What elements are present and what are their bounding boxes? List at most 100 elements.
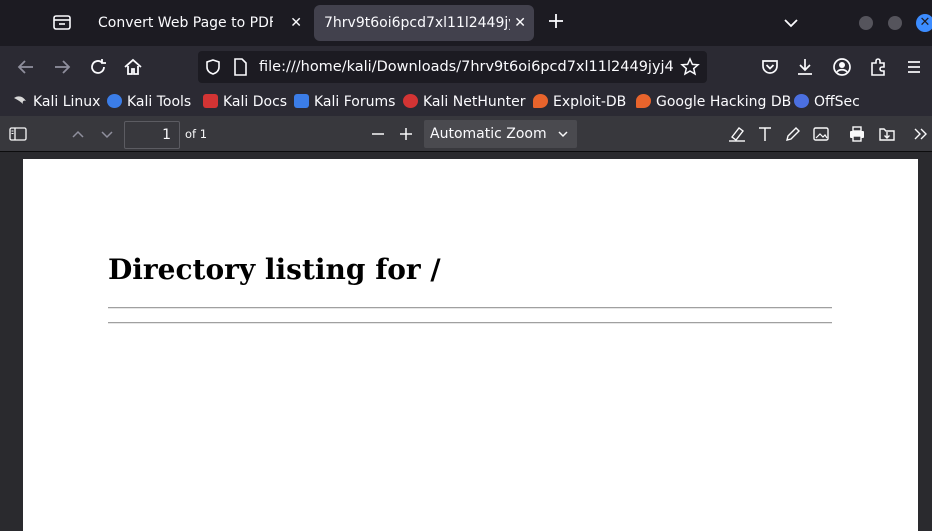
toggle-sidebar-button[interactable] (8, 124, 28, 144)
save-icon (879, 128, 895, 141)
reload-icon (91, 59, 106, 74)
page-number-input[interactable]: 1 (124, 121, 180, 149)
kali-dragon-icon (13, 94, 28, 108)
text-icon (759, 127, 771, 141)
pocket-icon (762, 60, 778, 74)
plus-icon (549, 14, 563, 28)
zoom-in-button[interactable] (396, 124, 416, 144)
bookmark-label: OffSec (814, 94, 860, 110)
pdf-page: Directory listing for / (23, 159, 918, 531)
home-button[interactable] (122, 56, 144, 78)
bookmark-kali-tools[interactable]: Kali Tools (107, 92, 191, 112)
zoom-select-value: Automatic Zoom (430, 126, 547, 142)
bookmark-kali-forums[interactable]: Kali Forums (294, 92, 395, 112)
tab-close-icon[interactable]: ✕ (290, 5, 302, 41)
zoom-out-button[interactable] (368, 124, 388, 144)
bookmark-label: Kali Forums (314, 94, 396, 110)
tab-label: 7hrv9t6oi6pcd7xl11l2449jyj4ald (324, 15, 510, 31)
bookmark-exploit-db[interactable]: Exploit-DB (533, 92, 626, 112)
divider (108, 307, 832, 309)
bookmark-offsec[interactable]: OffSec (794, 92, 860, 112)
hamburger-menu-icon (908, 61, 920, 73)
divider (108, 322, 832, 324)
bookmark-star-icon[interactable] (680, 57, 700, 77)
draw-button[interactable] (783, 124, 803, 144)
bookmark-kali-docs[interactable]: Kali Docs (203, 92, 287, 112)
tab-close-icon[interactable]: ✕ (514, 5, 526, 41)
window-minimize-button[interactable] (859, 16, 873, 30)
previous-page-button[interactable] (68, 124, 88, 144)
minus-icon (372, 133, 384, 135)
bookmark-label: Exploit-DB (553, 94, 627, 110)
firefox-view-button[interactable] (50, 12, 74, 34)
window-maximize-button[interactable] (888, 16, 902, 30)
ghdb-icon (636, 94, 651, 108)
puzzle-icon (871, 58, 885, 76)
save-pdf-button[interactable] (877, 124, 897, 144)
navigation-toolbar: file:///home/kali/Downloads/7hrv9t6oi6pc… (0, 46, 932, 88)
pdf-toolbar: 1 of 1 Automatic Zoom (0, 116, 932, 152)
chevron-down-icon (101, 131, 113, 139)
zoom-select[interactable]: Automatic Zoom (424, 120, 577, 148)
back-button[interactable] (15, 56, 37, 78)
arrow-right-icon (55, 60, 71, 74)
kali-docs-icon (203, 94, 218, 108)
double-chevron-right-icon (914, 128, 927, 140)
chevron-down-icon (557, 120, 569, 148)
image-icon (813, 127, 829, 141)
text-annotation-button[interactable] (755, 124, 775, 144)
tracking-protection-shield-icon[interactable] (204, 58, 222, 76)
account-button[interactable] (831, 56, 853, 78)
page-count-label: of 1 (185, 127, 208, 141)
arrow-left-icon (17, 60, 33, 74)
print-button[interactable] (847, 124, 867, 144)
tab-label: Convert Web Page to PDF (98, 15, 273, 31)
account-icon (833, 58, 851, 76)
bookmark-label: Kali Docs (223, 94, 288, 110)
app-menu-button[interactable] (903, 56, 925, 78)
chevron-down-icon (784, 19, 798, 28)
kali-forums-icon (294, 94, 309, 108)
bookmarks-toolbar: Kali Linux Kali Tools Kali Docs Kali For… (0, 88, 932, 116)
offsec-icon (794, 94, 809, 108)
reload-button[interactable] (87, 56, 109, 78)
bookmark-kali-linux[interactable]: Kali Linux (13, 92, 100, 112)
tools-menu-button[interactable] (911, 124, 931, 144)
chevron-up-icon (72, 130, 84, 138)
bookmark-kali-nethunter[interactable]: Kali NetHunter (403, 92, 525, 112)
download-icon (798, 59, 812, 75)
next-page-button[interactable] (97, 124, 117, 144)
downloads-button[interactable] (794, 56, 816, 78)
bookmark-label: Kali NetHunter (423, 94, 526, 110)
bookmark-google-hacking-db[interactable]: Google Hacking DB (636, 92, 791, 112)
tab-pdf-download[interactable]: 7hrv9t6oi6pcd7xl11l2449jyj4ald ✕ (314, 5, 534, 41)
plus-icon (400, 128, 412, 140)
exploit-db-icon (533, 94, 548, 108)
window-close-button[interactable]: ✕ (916, 14, 932, 32)
list-all-tabs-button[interactable] (782, 14, 800, 32)
nethunter-icon (403, 94, 418, 108)
forward-button[interactable] (51, 56, 73, 78)
bookmark-label: Kali Linux (33, 94, 101, 110)
extensions-button[interactable] (867, 56, 889, 78)
new-tab-button[interactable] (546, 11, 566, 31)
highlighter-icon (729, 127, 745, 142)
pen-icon (786, 127, 800, 141)
page-heading: Directory listing for / (108, 253, 441, 286)
firefox-view-icon (53, 15, 71, 30)
tab-bar: Convert Web Page to PDF ✕ 7hrv9t6oi6pcd7… (0, 0, 932, 46)
url-text[interactable]: file:///home/kali/Downloads/7hrv9t6oi6pc… (259, 51, 673, 83)
page-file-icon[interactable] (232, 58, 248, 76)
sidebar-icon (9, 127, 27, 141)
home-icon (124, 58, 142, 75)
url-bar[interactable]: file:///home/kali/Downloads/7hrv9t6oi6pc… (198, 51, 707, 83)
bookmark-label: Kali Tools (127, 94, 192, 110)
add-image-button[interactable] (811, 124, 831, 144)
highlight-button[interactable] (727, 124, 747, 144)
pocket-button[interactable] (759, 56, 781, 78)
bookmark-label: Google Hacking DB (656, 94, 792, 110)
pdf-viewer[interactable]: Directory listing for / (0, 152, 932, 531)
kali-tools-icon (107, 94, 122, 108)
tab-convert-web-page[interactable]: Convert Web Page to PDF ✕ (88, 5, 310, 41)
printer-icon (850, 126, 864, 142)
